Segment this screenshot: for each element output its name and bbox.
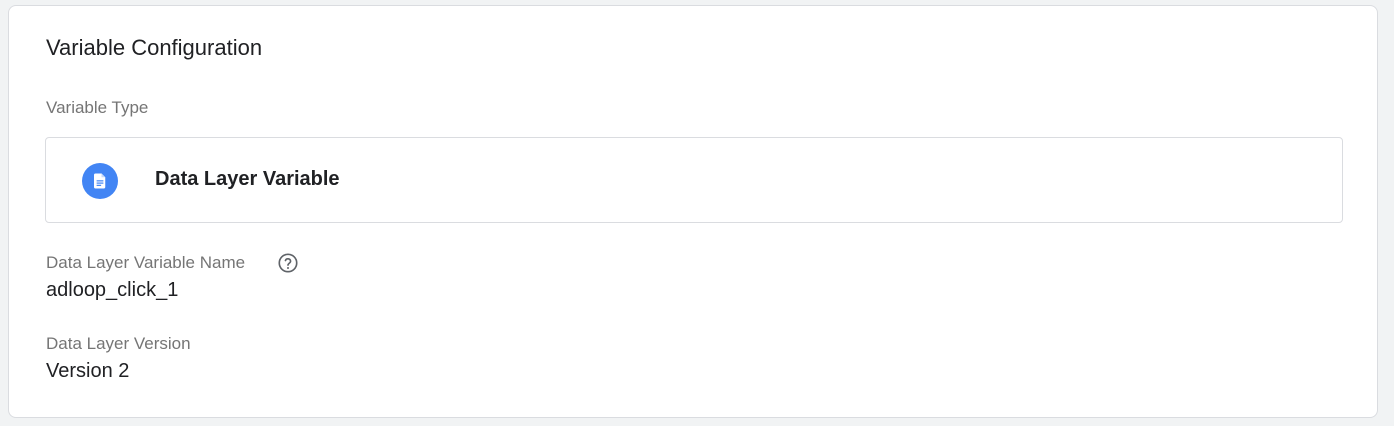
help-icon[interactable] — [277, 252, 299, 274]
variable-name-value: adloop_click_1 — [46, 279, 179, 301]
version-value: Version 2 — [46, 360, 130, 382]
variable-type-tile[interactable]: Data Layer Variable — [45, 137, 1343, 223]
version-label: Data Layer Version — [46, 334, 191, 353]
variable-type-name: Data Layer Variable — [155, 168, 340, 190]
variable-type-label: Variable Type — [46, 98, 149, 117]
variable-name-label: Data Layer Variable Name — [46, 253, 246, 272]
document-icon — [82, 163, 118, 199]
card-title: Variable Configuration — [46, 35, 263, 60]
variable-configuration-card[interactable]: Variable Configuration Variable Type Dat… — [8, 5, 1378, 418]
